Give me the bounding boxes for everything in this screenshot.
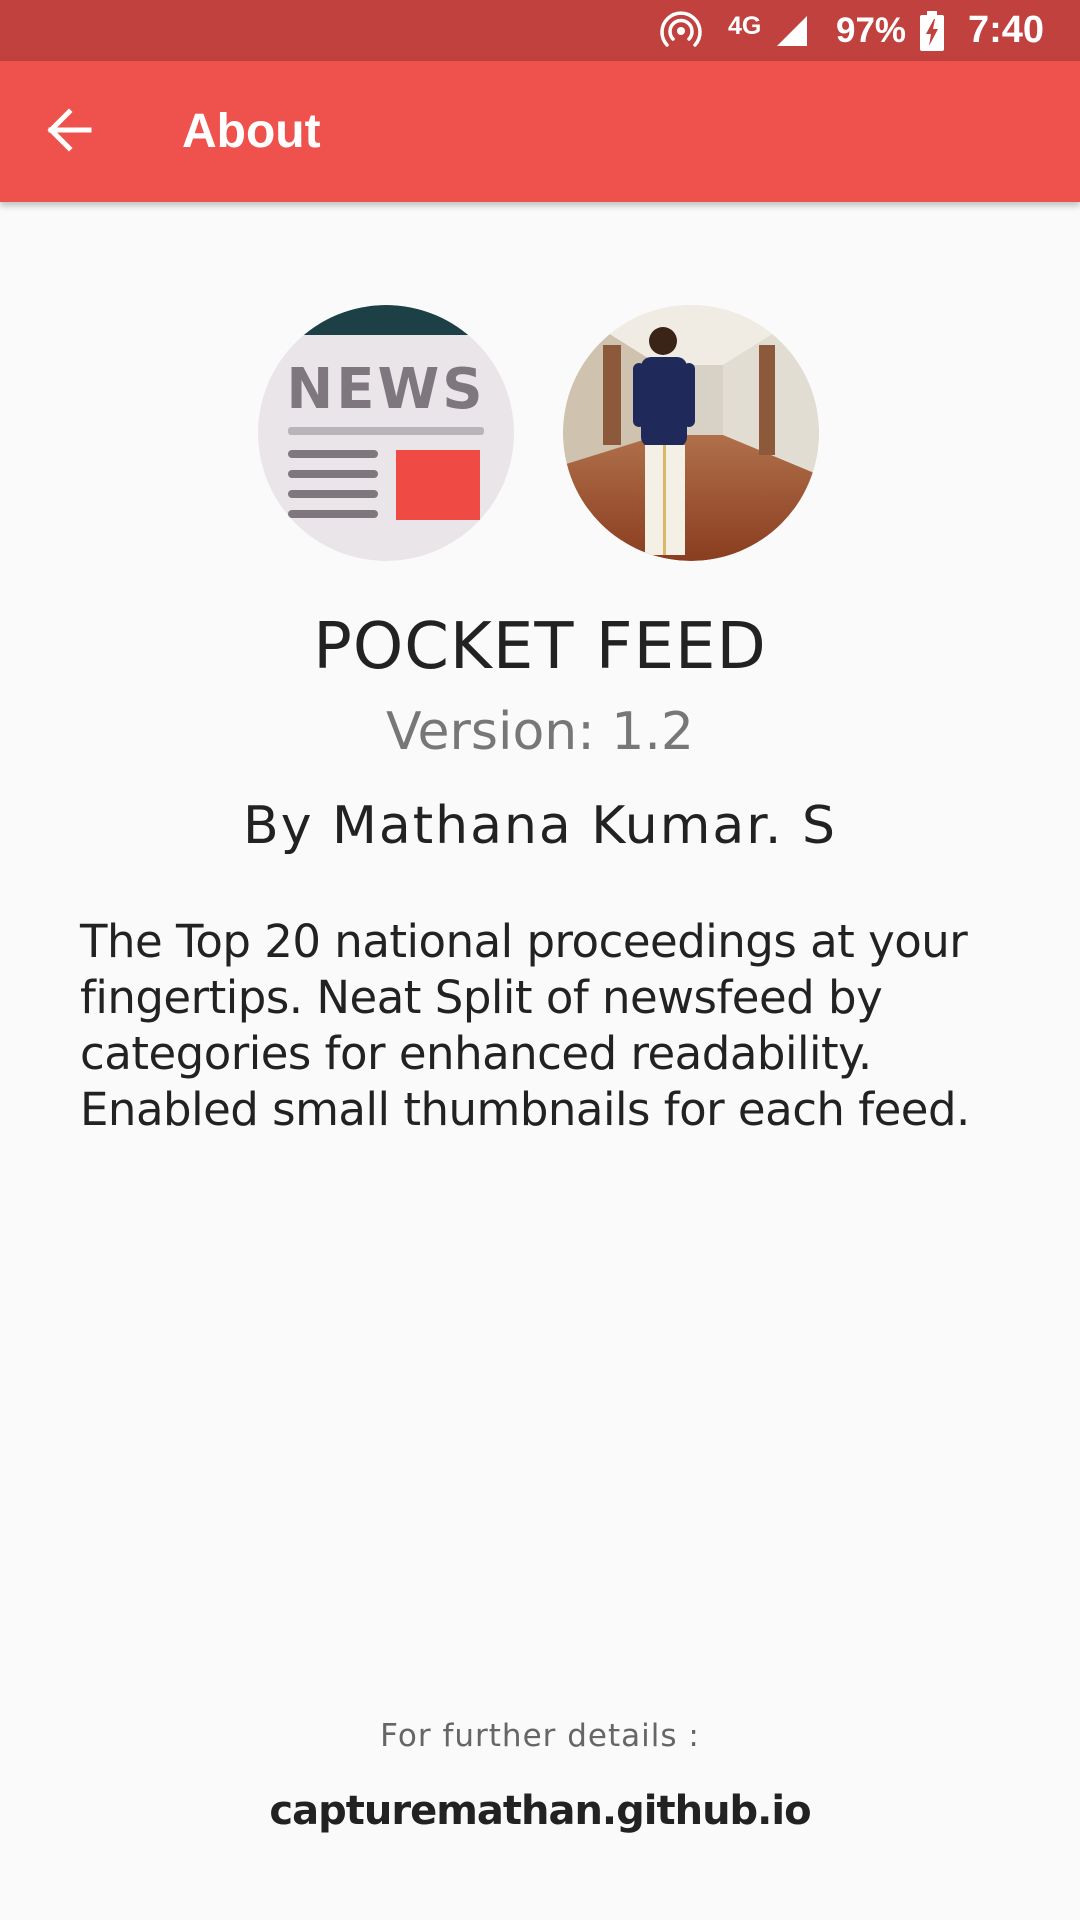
arrow-back-icon [47, 107, 93, 157]
battery-charging-icon [920, 0, 944, 61]
app-version: Version: 1.2 [386, 702, 694, 762]
app-description: The Top 20 national proceedings at your … [80, 915, 970, 1136]
details-label: For further details : [380, 1718, 700, 1754]
signal-icon [775, 0, 809, 61]
app-name: POCKET FEED [313, 610, 767, 684]
author-name: By Mathana Kumar. S [243, 796, 837, 856]
website-link[interactable]: capturemathan.github.io [0, 1788, 1080, 1834]
back-button[interactable] [30, 92, 110, 172]
hotspot-icon [660, 0, 702, 61]
network-type: 4G [728, 12, 762, 40]
app-logo: NEWS [258, 305, 514, 561]
app-bar: About [0, 61, 1080, 202]
page-title: About [182, 105, 321, 158]
status-bar: 4G 97% 7:40 [0, 0, 1080, 61]
clock: 7:40 [968, 9, 1045, 51]
battery-percent: 97% [836, 10, 907, 50]
author-avatar [563, 305, 819, 561]
logo-news-text: NEWS [286, 357, 485, 422]
